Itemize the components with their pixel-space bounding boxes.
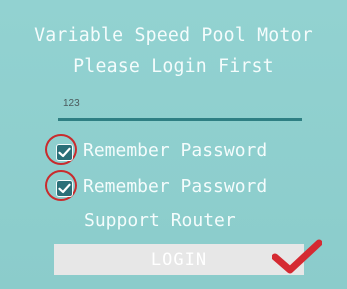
checkmark-icon [58, 147, 71, 158]
checkmark-icon [58, 183, 71, 194]
remember-password-checkbox[interactable] [56, 144, 73, 161]
remember-password-checkbox-2[interactable] [56, 180, 73, 197]
login-prompt: Please Login First [73, 56, 274, 77]
password-field[interactable]: 123 [58, 94, 302, 121]
support-router-label: Support Router [84, 210, 236, 231]
remember-password-label: Remember Password [83, 140, 268, 161]
red-checkmark-icon [272, 239, 322, 274]
page-title: Variable Speed Pool Motor [34, 25, 313, 46]
login-button-label: LOGIN [150, 250, 208, 270]
remember-password-label-2: Remember Password [83, 176, 268, 197]
password-value: 123 [63, 98, 80, 109]
login-button[interactable]: LOGIN [54, 244, 304, 275]
login-screen: Variable Speed Pool Motor Please Login F… [0, 0, 347, 289]
